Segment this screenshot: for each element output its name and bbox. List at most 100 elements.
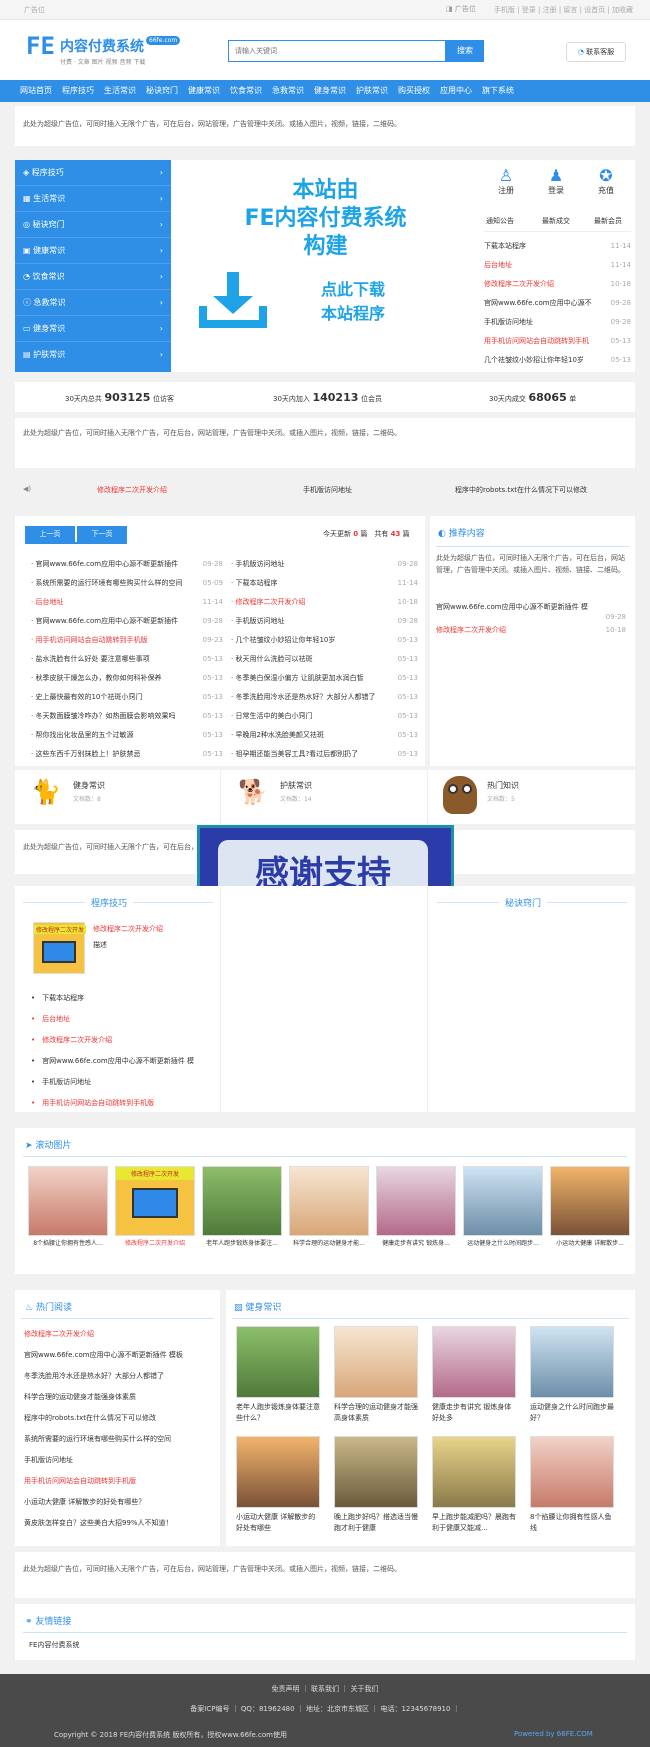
list-item[interactable]: 系统所需要的运行环境有哪些购买什么样的空间 <box>24 1431 214 1452</box>
logo-mark[interactable]: FE <box>26 32 55 60</box>
fitness-item[interactable]: 老年人跑步锻炼身体要注意些什么？ <box>236 1326 320 1434</box>
contact-button[interactable]: ◔ 联系客服 <box>566 42 626 62</box>
sidebar-item[interactable]: ◈ 程序技巧 › <box>15 160 171 186</box>
category-card[interactable]: 热门知识 文档数：5 <box>429 770 635 824</box>
list-item[interactable]: · 手机版访问地址 09-28 <box>223 613 418 632</box>
gallery-item[interactable]: 健康走步有讲究 锻炼身... <box>376 1166 456 1252</box>
nav-item[interactable]: 护肤常识 <box>351 80 393 102</box>
list-item[interactable]: • 修改程序二次开发介绍 <box>31 1032 216 1053</box>
top-links[interactable]: 手机版 | 登录 | 注册 | 留言 | 设首页 | 加收藏 <box>494 5 633 15</box>
list-item[interactable]: 程序中的robots.txt在什么情况下可以修改 <box>24 1410 214 1431</box>
list-item[interactable]: · 这些东西千万别抹脸上！护肤禁忌 05-13 <box>23 746 223 765</box>
list-item[interactable]: 官网www.66fe.com应用中心源不断更新插件 模板 <box>24 1347 214 1368</box>
list-item[interactable]: · 日常生活中的美白小窍门 05-13 <box>223 708 418 727</box>
gallery-item[interactable]: 修改程序二次开发 修改程序二次开发介绍 <box>115 1166 195 1252</box>
gallery-item[interactable]: 8个掐腰让你拥有性感人... <box>28 1166 108 1252</box>
list-item[interactable]: · 冬天数面膜皱冷咋办？如热面膜会影响效果吗 05-13 <box>23 708 223 727</box>
list-item[interactable]: · 秋天用什么洗脸可以祛斑 05-13 <box>223 651 418 670</box>
list-item[interactable]: 修改程序二次开发介绍 <box>24 1326 214 1347</box>
list-item[interactable]: 官网www.66fe.com应用中心源不断更新插件 模 09-28 <box>436 600 626 622</box>
nav-item[interactable]: 健身常识 <box>309 80 351 102</box>
list-item[interactable]: • 后台地址 <box>31 1011 216 1032</box>
prev-page-button[interactable]: 上一页 <box>25 526 75 542</box>
fitness-item[interactable]: 8个掐腰让你拥有性感人鱼线 <box>530 1436 614 1544</box>
fitness-item[interactable]: 小运动大健康 详解散步的好处有哪些 <box>236 1436 320 1544</box>
fitness-item[interactable]: 健康走步有讲究 锻炼身体好处多 <box>432 1326 516 1434</box>
friend-link[interactable]: FE内容付费系统 <box>29 1640 79 1650</box>
list-item[interactable]: · 早晚用2种水洗脸美颜又祛斑 05-13 <box>223 727 418 746</box>
sidebar-item[interactable]: ▣ 健康常识 › <box>15 238 171 264</box>
list-item[interactable]: • 用手机访问网站会自动跳转到手机版 <box>31 1095 216 1116</box>
gallery-item[interactable]: 老年人跑步锻炼身体要注... <box>202 1166 282 1252</box>
nav-item[interactable]: 饮食常识 <box>225 80 267 102</box>
list-item[interactable]: · 官网www.66fe.com应用中心源不断更新插件 09-28 <box>23 613 223 632</box>
ad-banner[interactable]: 此处为超级广告位，可同时插入无限个广告，可在后台，网站管理，广告管理中关闭。或插… <box>15 418 635 468</box>
list-item[interactable]: 官网www.66fe.com应用中心源不 09-28 <box>484 295 631 314</box>
fitness-item[interactable]: 晚上跑步好吗？搭选适当慢跑才利于健康 <box>334 1436 418 1544</box>
list-item[interactable]: · 几个祛皱纹小妙招让你年轻10岁 05-13 <box>223 632 418 651</box>
tab-members[interactable]: 最新会员 <box>594 216 622 226</box>
nav-item[interactable]: 秘诀窍门 <box>141 80 183 102</box>
list-item[interactable]: · 下载本站程序 11-14 <box>223 575 418 594</box>
sidebar-item[interactable]: ▭ 健身常识 › <box>15 316 171 342</box>
ticker-item[interactable]: 修改程序二次开发介绍 <box>97 485 167 495</box>
sidebar-item[interactable]: ◎ 秘诀窍门 › <box>15 212 171 238</box>
gallery-item[interactable]: 小运动大健康 详解散步... <box>550 1166 630 1252</box>
list-item[interactable]: · 系统所需要的运行环境有哪些购买什么样的空间 05-09 <box>23 575 223 594</box>
nav-item[interactable]: 应用中心 <box>435 80 477 102</box>
nav-item[interactable]: 生活常识 <box>99 80 141 102</box>
recharge-button[interactable]: ✪ 充值 <box>588 166 624 196</box>
list-item[interactable]: · 冬季美白保湿小偏方 让肌肤更加水润白皙 05-13 <box>223 670 418 689</box>
list-item[interactable]: · 官网www.66fe.com应用中心源不断更新插件 09-28 <box>23 556 223 575</box>
list-item[interactable]: 用手机访问网站会自动跳转到手机版 <box>24 1473 214 1494</box>
ad-banner[interactable]: 此处为超级广告位，可同时插入无限个广告，可在后台，网站管理，广告管理中关闭。或插… <box>15 106 635 146</box>
footer-link[interactable]: 联系我们 <box>311 1685 339 1693</box>
gallery-item[interactable]: 运动健身之什么时间跑步... <box>463 1166 543 1252</box>
search-button[interactable]: 搜索 <box>446 40 484 62</box>
category-card[interactable]: 🐈 健身常识 文档数：8 <box>15 770 221 824</box>
list-item[interactable]: · 后台地址 11-14 <box>23 594 223 613</box>
list-item[interactable]: · 祖孕期还能当美容工具?看过后都别扔了 05-13 <box>223 746 418 765</box>
tab-notice[interactable]: 通知公告 <box>486 216 514 226</box>
logo-name[interactable]: 内容付费系统 <box>60 36 144 56</box>
feature-thumb[interactable]: 修改程序二次开发 <box>33 922 86 974</box>
list-item[interactable]: · 帮你找出化妆品里的五个过敏源 05-13 <box>23 727 223 746</box>
register-button[interactable]: ♙ 注册 <box>488 166 524 196</box>
column-title[interactable]: 秘诀窍门 <box>499 896 548 909</box>
gallery-item[interactable]: 科学合理的运动健身才能... <box>289 1166 369 1252</box>
nav-item[interactable]: 购买授权 <box>393 80 435 102</box>
list-item[interactable]: · 手机版访问地址 09-28 <box>223 556 418 575</box>
list-item[interactable]: · 秋季皮肤干燥怎么办，教你如何科补保养 05-13 <box>23 670 223 689</box>
list-item[interactable]: · 用手机访问网站会自动跳转到手机版 09-23 <box>23 632 223 651</box>
list-item[interactable]: 修改程序二次开发介绍 10-18 <box>484 276 631 295</box>
next-page-button[interactable]: 下一页 <box>77 526 127 542</box>
category-card[interactable]: 🐕 护肤常识 文档数：14 <box>222 770 428 824</box>
footer-link[interactable]: 关于我们 <box>350 1685 378 1693</box>
ticker-item[interactable]: 程序中的robots.txt在什么情况下可以修改 <box>455 485 587 495</box>
sidebar-item[interactable]: ▤ 护肤常识 › <box>15 342 171 368</box>
list-item[interactable]: 下载本站程序 11-14 <box>484 238 631 257</box>
list-item[interactable]: 手机版访问地址 09-28 <box>484 314 631 333</box>
fitness-item[interactable]: 科学合理的运动健身才能强高身体素质 <box>334 1326 418 1434</box>
list-item[interactable]: 冬季洗脸用冷水还是热水好？大部分人都错了 <box>24 1368 214 1389</box>
feature-title[interactable]: 修改程序二次开发介绍 <box>93 924 163 934</box>
list-item[interactable]: 用手机访问网站会自动跳转到手机 05-13 <box>484 333 631 352</box>
list-item[interactable]: 修改程序二次开发介绍 10-18 <box>436 622 626 640</box>
fitness-item[interactable]: 运动健身之什么时间跑步最好？ <box>530 1326 614 1434</box>
sidebar-item[interactable]: ◔ 饮食常识 › <box>15 264 171 290</box>
list-item[interactable]: 后台地址 11-14 <box>484 257 631 276</box>
search-input[interactable] <box>228 40 446 62</box>
sidebar-item[interactable]: ▦ 生活常识 › <box>15 186 171 212</box>
sidebar-item[interactable]: ⓘ 急救常识 › <box>15 290 171 316</box>
column-title[interactable]: 程序技巧 <box>85 896 134 909</box>
fitness-item[interactable]: 早上跑步能减肥吗？晨跑有利于健康又能减... <box>432 1436 516 1544</box>
hero-banner[interactable]: 本站由 FE内容付费系统 构建 点此下载 本站程序 <box>171 160 480 372</box>
nav-item[interactable]: 程序技巧 <box>57 80 99 102</box>
list-item[interactable]: 小运动大健康 详解散步的好处有哪些？ <box>24 1494 214 1515</box>
nav-item[interactable]: 网站首页 <box>15 80 57 102</box>
list-item[interactable]: · 冬季洗脸用冷水还是热水好？大部分人都错了 05-13 <box>223 689 418 708</box>
ad-banner[interactable]: 此处为超级广告位，可同时插入无限个广告，可在后台，网站管理，广告管理中关闭。或插… <box>15 1552 635 1598</box>
list-item[interactable]: · 盐水洗脸有什么好处 要注意哪些事项 05-13 <box>23 651 223 670</box>
ticker-item[interactable]: 手机版访问地址 <box>303 485 352 495</box>
list-item[interactable]: 几个祛皱纹小妙招让你年轻10岁 05-13 <box>484 352 631 371</box>
